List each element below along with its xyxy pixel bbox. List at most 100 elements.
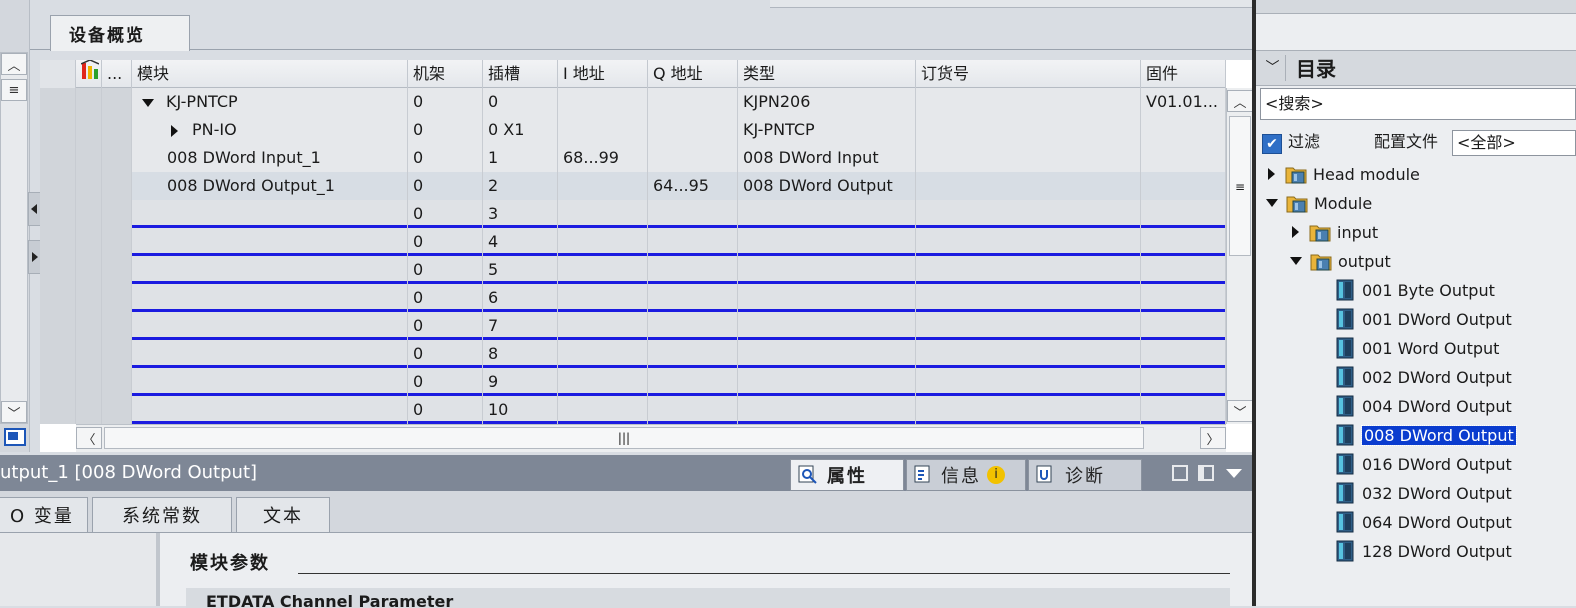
module-cell[interactable]: 008 DWord Output_1 [132, 172, 408, 200]
i-address-cell[interactable] [558, 368, 648, 396]
tree-item-head-module[interactable]: Head module [1268, 162, 1420, 188]
tree-item-output-module[interactable]: 064 DWord Output [1334, 510, 1512, 536]
table-row[interactable]: 0 10 [40, 396, 1226, 424]
scroll-thumb[interactable]: ≡ [1229, 116, 1251, 256]
expand-right-icon[interactable] [1292, 225, 1299, 238]
subtab-system-constants[interactable]: 系统常数 [92, 497, 232, 533]
q-address-cell[interactable] [648, 340, 738, 368]
q-address-cell[interactable] [648, 284, 738, 312]
table-row[interactable]: PN-IO 0 0 X1 KJ-PNTCP [40, 116, 1226, 144]
i-address-cell[interactable] [558, 172, 648, 200]
i-address-cell[interactable] [558, 228, 648, 256]
header-type[interactable]: 类型 [738, 60, 916, 88]
i-address-cell[interactable] [558, 256, 648, 284]
table-row[interactable]: 008 DWord Output_1 0 2 64...95 008 DWord Out… [40, 172, 1226, 200]
slot-cell[interactable]: 5 [483, 256, 558, 284]
slot-cell[interactable]: 10 [483, 396, 558, 424]
module-cell[interactable] [132, 228, 408, 256]
catalog-search-input[interactable]: <搜索> [1260, 88, 1576, 120]
expand-down-icon[interactable] [1290, 256, 1302, 265]
table-horizontal-scrollbar[interactable]: 〈 ||| 〉 [76, 424, 1226, 452]
module-cell[interactable] [132, 200, 408, 228]
tree-item-output-module[interactable]: 032 DWord Output [1334, 481, 1512, 507]
device-view-icon[interactable] [4, 428, 26, 446]
i-address-cell[interactable] [558, 116, 648, 144]
slot-cell[interactable]: 3 [483, 200, 558, 228]
slot-cell[interactable]: 4 [483, 228, 558, 256]
expand-down-icon[interactable] [1266, 198, 1278, 207]
table-row[interactable]: 08 [40, 340, 1226, 368]
tab-properties[interactable]: 属性 [790, 459, 904, 491]
tree-item-output-module[interactable]: 001 Word Output [1334, 336, 1499, 362]
slot-cell[interactable]: 9 [483, 368, 558, 396]
left-scrollbar[interactable]: ︿ ≡ ﹀ [0, 52, 28, 424]
tree-item-output-module[interactable]: 004 DWord Output [1334, 394, 1512, 420]
table-row[interactable]: 04 [40, 228, 1226, 256]
scroll-thumb[interactable]: ||| [104, 427, 1144, 449]
q-address-cell[interactable] [648, 312, 738, 340]
table-vertical-scrollbar[interactable]: ︿ ≡ ﹀ [1226, 88, 1253, 424]
i-address-cell[interactable] [558, 396, 648, 424]
table-row[interactable]: KJ-PNTCP 0 0 KJPN206 V01.01... [40, 88, 1226, 116]
table-row[interactable]: 03 [40, 200, 1226, 228]
slot-cell[interactable]: 0 X1 [483, 116, 558, 144]
module-cell[interactable] [132, 284, 408, 312]
header-order-number[interactable]: 订货号 [916, 60, 1141, 88]
expand-right-icon[interactable] [1268, 167, 1275, 180]
q-address-cell[interactable] [648, 256, 738, 284]
header-i-address[interactable]: I 地址 [558, 60, 648, 88]
module-cell[interactable]: KJ-PNTCP [132, 88, 408, 116]
subtab-io-tags[interactable]: O 变量 [0, 497, 88, 533]
expand-down-icon[interactable] [142, 98, 154, 107]
q-address-cell[interactable] [648, 368, 738, 396]
module-cell[interactable]: PN-IO [132, 116, 408, 144]
header-q-address[interactable]: Q 地址 [648, 60, 738, 88]
i-address-cell[interactable] [558, 340, 648, 368]
i-address-cell[interactable] [558, 284, 648, 312]
slot-cell[interactable]: 7 [483, 312, 558, 340]
subtab-texts[interactable]: 文本 [236, 497, 330, 533]
module-cell[interactable]: 008 DWord Input_1 [132, 144, 408, 172]
i-address-cell[interactable] [558, 200, 648, 228]
tree-item-output-module[interactable]: 016 DWord Output [1334, 452, 1512, 478]
profile-select[interactable]: <全部> [1452, 130, 1576, 156]
panel-menu-icon[interactable] [1226, 469, 1242, 478]
i-address-cell[interactable] [558, 312, 648, 340]
header-module[interactable]: 模块 [132, 60, 408, 88]
table-row[interactable]: 05 [40, 256, 1226, 284]
table-row[interactable]: 06 [40, 284, 1226, 312]
module-cell[interactable] [132, 368, 408, 396]
q-address-cell[interactable] [648, 228, 738, 256]
tree-item-output-module[interactable]: 002 DWord Output [1334, 365, 1512, 391]
header-rack[interactable]: 机架 [408, 60, 483, 88]
module-cell[interactable] [132, 256, 408, 284]
scroll-down-icon[interactable]: ﹀ [1227, 400, 1253, 422]
q-address-cell[interactable] [648, 144, 738, 172]
scroll-down-icon[interactable]: ﹀ [1, 401, 27, 423]
tab-device-overview[interactable]: 设备概览 [50, 15, 190, 51]
slot-cell[interactable]: 2 [483, 172, 558, 200]
scroll-right-icon[interactable]: 〉 [1200, 427, 1226, 449]
table-row[interactable]: 008 DWord Input_1 0 1 68...99 008 DWord Inpu… [40, 144, 1226, 172]
tree-item-output-module[interactable]: 001 Byte Output [1334, 278, 1495, 304]
header-slot[interactable]: 插槽 [483, 60, 558, 88]
i-address-cell[interactable] [558, 88, 648, 116]
table-row[interactable]: 09 [40, 368, 1226, 396]
expand-right-icon[interactable] [171, 124, 178, 137]
tree-item-output[interactable]: output [1290, 249, 1391, 275]
slot-cell[interactable]: 0 [483, 88, 558, 116]
table-row[interactable]: 07 [40, 312, 1226, 340]
q-address-cell[interactable]: 64...95 [648, 172, 738, 200]
scroll-up-icon[interactable]: ︿ [1, 53, 27, 75]
module-cell[interactable] [132, 340, 408, 368]
tab-diagnostics[interactable]: 诊断 [1028, 459, 1142, 491]
slot-cell[interactable]: 1 [483, 144, 558, 172]
q-address-cell[interactable] [648, 396, 738, 424]
scroll-up-icon[interactable]: ︿ [1227, 90, 1253, 112]
tree-item-module[interactable]: Module [1266, 191, 1372, 217]
q-address-cell[interactable] [648, 116, 738, 144]
q-address-cell[interactable] [648, 88, 738, 116]
module-cell[interactable] [132, 396, 408, 424]
tree-item-input[interactable]: input [1292, 220, 1378, 246]
slot-cell[interactable]: 8 [483, 340, 558, 368]
